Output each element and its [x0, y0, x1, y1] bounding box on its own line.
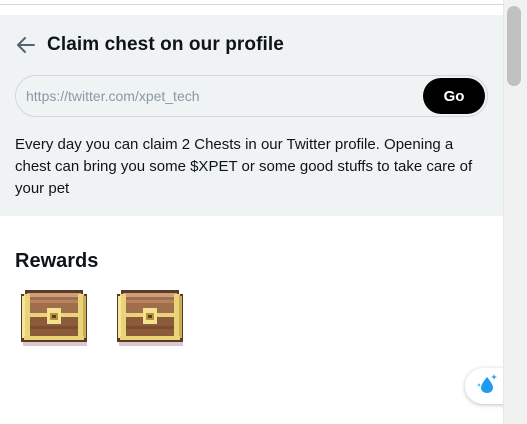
arrow-left-icon[interactable]	[16, 35, 36, 55]
treasure-chest-icon	[19, 288, 89, 348]
claim-chest-panel: Claim chest on our profile Go Every day …	[0, 15, 503, 216]
page: Claim chest on our profile Go Every day …	[0, 0, 527, 424]
profile-url-form: Go	[15, 75, 488, 117]
panel-header: Claim chest on our profile	[16, 33, 284, 57]
divider	[0, 4, 503, 5]
rewards-heading: Rewards	[15, 250, 99, 272]
water-drop-sparkle-icon	[476, 373, 498, 400]
treasure-chest-icon	[115, 288, 185, 348]
scrollbar-thumb[interactable]	[507, 6, 521, 86]
profile-url-input[interactable]	[26, 76, 416, 116]
page-title: Claim chest on our profile	[47, 34, 284, 55]
claim-description: Every day you can claim 2 Chests in our …	[15, 136, 473, 197]
rewards-list	[19, 288, 185, 348]
top-strip	[0, 0, 503, 15]
go-button[interactable]: Go	[423, 78, 485, 114]
